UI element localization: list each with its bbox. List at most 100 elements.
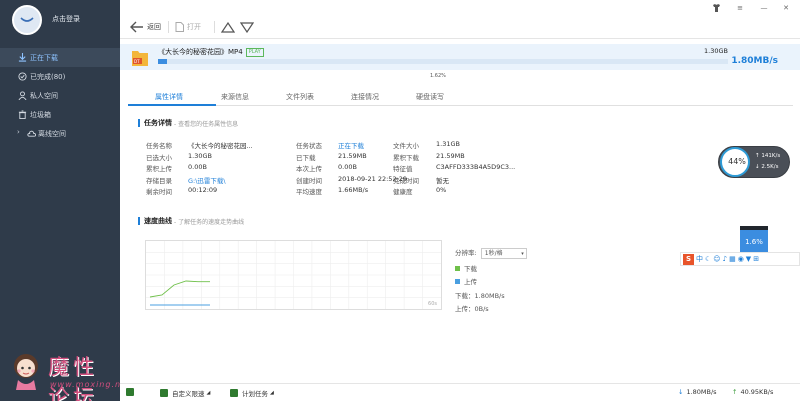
open-label: 打开 xyxy=(187,23,201,31)
sidebar-item-completed[interactable]: 已完成(80) xyxy=(0,67,120,86)
sidebar-item-downloading[interactable]: 正在下载 xyxy=(0,48,120,67)
collapse-button[interactable] xyxy=(126,388,138,396)
tab-connections[interactable]: 连接情况 xyxy=(351,92,379,102)
arrow-up-icon: ↑ xyxy=(732,388,738,396)
detail-label: 存储目录 xyxy=(146,176,172,185)
shirt-icon[interactable]: ▼ xyxy=(746,255,751,263)
detail-label: 完成时间 xyxy=(393,176,419,185)
check-circle-icon xyxy=(17,71,27,81)
granularity-row: 分辨率: 1秒/格 ▾ xyxy=(455,247,527,259)
detail-label: 平均速度 xyxy=(296,188,322,197)
detail-label: 任务状态 xyxy=(296,142,322,150)
detail-value: 00:12:09 xyxy=(188,186,218,195)
sidebar-item-label: 正在下载 xyxy=(30,53,58,62)
file-icon xyxy=(175,22,184,32)
sidebar: 点击登录 正在下载 已完成(80) 私人空间 垃圾箱 › 离线空间 魔性论坛 w… xyxy=(0,0,130,401)
main-panel: ≡ — ✕ 返回 打开 DT 《大长今的秘密花园》MP4 PLAY 1.30GB… xyxy=(120,0,800,401)
current-upload-speed: 上传：0B/s xyxy=(455,304,489,313)
watermark-title: 魔性论坛 xyxy=(48,355,98,401)
detail-label: 特征值 xyxy=(393,165,413,174)
minimize-icon[interactable]: — xyxy=(758,2,770,14)
detail-value[interactable]: G:\迅雷下载\ xyxy=(188,175,226,185)
grid-icon[interactable]: ⊞ xyxy=(753,255,759,263)
back-button[interactable]: 返回 xyxy=(130,19,161,35)
section-marker xyxy=(138,119,140,127)
status-download-speed: ↓ 1.80MB/s xyxy=(678,388,717,396)
tab-files[interactable]: 文件列表 xyxy=(286,92,314,102)
status-bar: 自定义限速 ◢ 计划任务 ◢ ↓ 1.80MB/s ↑ 40.95KB/s xyxy=(120,383,800,401)
detail-value: 1.30GB xyxy=(188,151,212,160)
sidebar-item-label: 私人空间 xyxy=(30,91,58,100)
schedule-icon xyxy=(230,389,238,397)
task-name-text: 《大长今的秘密花园》MP4 xyxy=(158,48,243,56)
user-avatar-icon xyxy=(20,17,34,22)
detail-value: 1.31GB xyxy=(436,140,460,148)
toolbar-divider xyxy=(168,21,169,33)
detail-value: 1.66MB/s xyxy=(338,186,369,195)
close-icon[interactable]: ✕ xyxy=(780,2,792,14)
watermark-girl-image xyxy=(14,354,38,390)
detail-value: 暂无 xyxy=(436,176,449,185)
task-row[interactable]: DT 《大长今的秘密花园》MP4 PLAY 1.30GB 1.62% 1.80M… xyxy=(120,44,800,79)
chart-corner-label: 60s xyxy=(428,301,437,307)
move-down-button[interactable] xyxy=(240,19,254,35)
detail-label: 文件大小 xyxy=(393,142,419,150)
move-up-button[interactable] xyxy=(221,19,235,35)
legend-label: 下载 xyxy=(464,264,477,273)
menu-icon[interactable]: ≡ xyxy=(734,2,746,14)
task-progress-fill xyxy=(158,59,168,64)
custom-speed-button[interactable]: 自定义限速 ◢ xyxy=(160,388,210,398)
tab-properties[interactable]: 属性详情 xyxy=(155,92,183,102)
granularity-value: 1秒/格 xyxy=(484,249,503,257)
sidebar-item-trash[interactable]: 垃圾箱 xyxy=(0,105,120,124)
open-button[interactable]: 打开 xyxy=(175,19,201,35)
play-button[interactable]: PLAY xyxy=(245,47,264,57)
ime-mode[interactable]: 中 xyxy=(696,254,703,264)
speed-chart: 60s xyxy=(145,240,442,310)
detail-label: 创建时间 xyxy=(296,176,322,185)
tab-disk[interactable]: 硬盘读写 xyxy=(416,92,444,102)
gauge-upload: ↑ 141K/s xyxy=(755,153,781,159)
sidebar-item-offline[interactable]: › 离线空间 xyxy=(0,124,120,143)
ime-toolbar[interactable]: S 中 ☾ ☺ ♪ ▦ ◉ ▼ ⊞ xyxy=(680,252,800,266)
skin-icon[interactable] xyxy=(710,2,722,14)
granularity-label: 分辨率: xyxy=(455,249,477,257)
speed-gauge-widget[interactable]: 44% ↑ 141K/s ↓ 2.5K/s xyxy=(718,146,790,178)
mic-icon[interactable]: ♪ xyxy=(723,255,727,263)
gauge-ring: 44% xyxy=(720,147,750,177)
speed-title: 速度曲线 xyxy=(144,217,172,225)
status-upload-value: 40.95KB/s xyxy=(740,388,774,396)
collapse-icon xyxy=(126,388,134,396)
sidebar-nav: 正在下载 已完成(80) 私人空间 垃圾箱 › 离线空间 xyxy=(0,48,120,143)
section-marker xyxy=(138,217,140,225)
avatar[interactable] xyxy=(12,5,42,35)
triangle-down-icon xyxy=(240,21,254,33)
smile-icon[interactable]: ☺ xyxy=(713,255,720,263)
plan-task-button[interactable]: 计划任务 ◢ xyxy=(230,388,274,398)
detail-value: C3AFFD333B4A5D9C3... xyxy=(436,163,516,172)
moon-icon[interactable]: ☾ xyxy=(705,255,711,263)
chevron-down-icon: ◢ xyxy=(206,390,211,396)
granularity-select[interactable]: 1秒/格 ▾ xyxy=(480,247,527,259)
custom-speed-label: 自定义限速 xyxy=(172,390,205,398)
login-link[interactable]: 点击登录 xyxy=(52,14,80,24)
sidebar-item-label: 已完成(80) xyxy=(30,72,66,81)
detail-value: 0.00B xyxy=(188,163,207,172)
detail-label: 任务名称 xyxy=(146,142,172,150)
detail-value: 21.59MB xyxy=(436,151,465,160)
arrow-down-icon: ↓ xyxy=(678,388,684,396)
back-label: 返回 xyxy=(147,23,161,31)
gauge-upload-value: 141K/s xyxy=(761,153,781,159)
gauge-percent: 44% xyxy=(728,157,746,166)
legend-label: 上传 xyxy=(464,277,477,286)
user-icon[interactable]: ◉ xyxy=(738,255,744,263)
sidebar-item-private[interactable]: 私人空间 xyxy=(0,86,120,105)
mini-meter-widget[interactable]: 1.6% xyxy=(740,226,768,252)
tab-source[interactable]: 来源信息 xyxy=(221,92,249,102)
folder-badge: DT xyxy=(134,59,140,64)
download-icon xyxy=(17,52,27,62)
task-size: 1.30GB xyxy=(704,47,728,55)
keyboard-icon[interactable]: ▦ xyxy=(729,255,736,263)
legend-swatch-upload xyxy=(455,279,460,284)
detail-label: 已下载 xyxy=(296,153,316,162)
